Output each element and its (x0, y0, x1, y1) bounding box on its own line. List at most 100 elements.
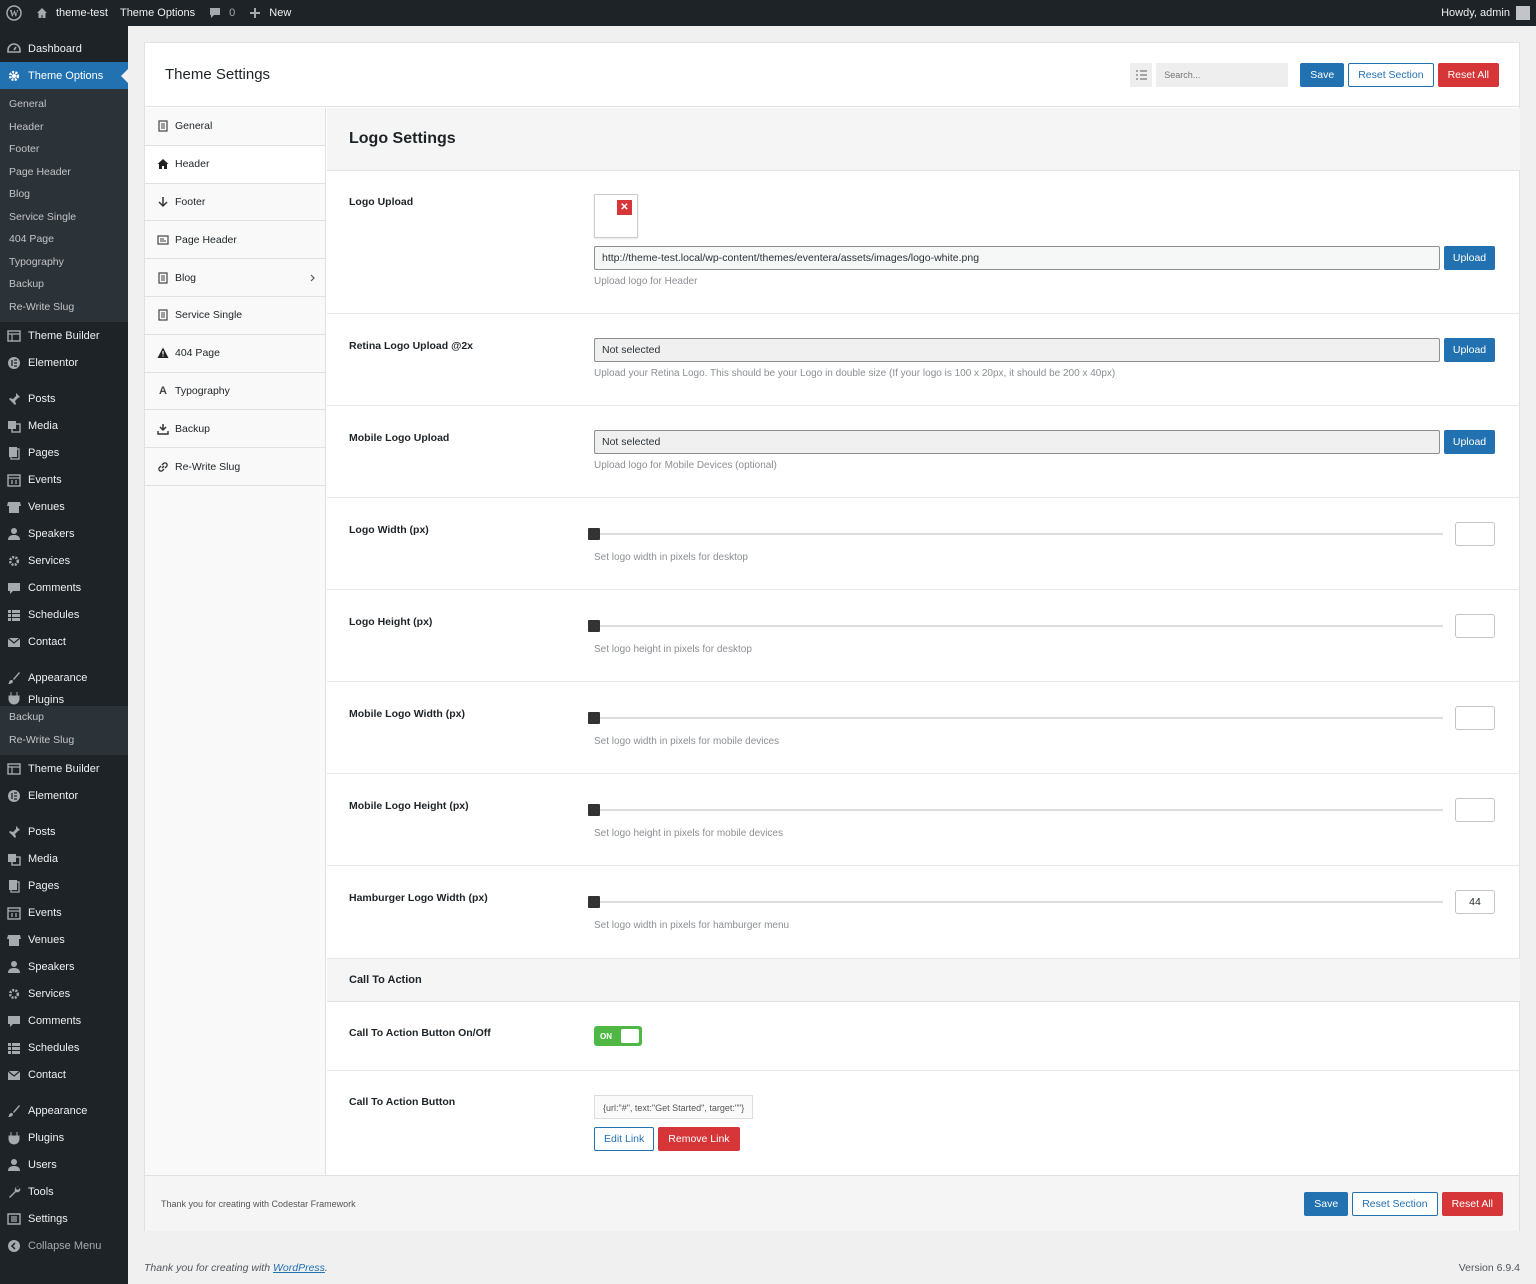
logo-width-input[interactable] (1455, 522, 1495, 546)
submenu-footer[interactable]: Footer (0, 138, 128, 161)
pages-icon (6, 878, 22, 894)
menu-pages[interactable]: Pages (0, 872, 128, 899)
menu-appearance[interactable]: Appearance (0, 1097, 128, 1124)
menu-users[interactable]: Users (0, 1151, 128, 1178)
menu-pages[interactable]: Pages (0, 439, 128, 466)
nav-blog[interactable]: Blog (145, 259, 325, 297)
comments-link[interactable]: 0 (201, 0, 241, 26)
menu-contact[interactable]: Contact (0, 1061, 128, 1088)
save-button[interactable]: Save (1304, 1191, 1349, 1216)
submenu-general[interactable]: General (0, 93, 128, 116)
submenu-404-page[interactable]: 404 Page (0, 228, 128, 251)
submenu-header[interactable]: Header (0, 116, 128, 139)
my-account[interactable]: Howdy, admin (1441, 6, 1536, 20)
logo-url-field[interactable]: http://theme-test.local/wp-content/theme… (594, 246, 1440, 270)
menu-theme-builder[interactable]: Theme Builder (0, 755, 128, 782)
expand-all-button[interactable] (1130, 62, 1153, 87)
logo-width-slider[interactable] (588, 528, 1443, 540)
retina-upload-button[interactable]: Upload (1444, 338, 1495, 362)
menu-plugins-cut[interactable]: Plugins (0, 691, 128, 706)
menu-services[interactable]: Services (0, 547, 128, 574)
wordpress-link[interactable]: WordPress (273, 1262, 325, 1274)
new-content-link[interactable]: New (241, 0, 297, 26)
menu-contact[interactable]: Contact (0, 628, 128, 655)
logo-height-slider[interactable] (588, 620, 1443, 632)
submenu-blog[interactable]: Blog (0, 183, 128, 206)
options-nav: General Header Footer Page Header Blog S… (145, 108, 326, 1175)
save-button[interactable]: Save (1300, 62, 1345, 87)
wordpress-logo-icon[interactable]: W (0, 0, 28, 26)
menu-settings[interactable]: Settings (0, 1205, 128, 1232)
menu-appearance[interactable]: Appearance (0, 664, 128, 691)
menu-theme-builder[interactable]: Theme Builder (0, 322, 128, 349)
slider-handle[interactable] (588, 620, 600, 632)
reset-section-button[interactable]: Reset Section (1352, 1191, 1438, 1216)
nav-service-single[interactable]: Service Single (145, 297, 325, 335)
reset-all-button[interactable]: Reset All (1437, 62, 1499, 87)
menu-schedules[interactable]: Schedules (0, 1034, 128, 1061)
slider-handle[interactable] (588, 896, 600, 908)
menu-theme-options[interactable]: Theme Options (0, 62, 128, 89)
collapse-menu[interactable]: Collapse Menu (0, 1232, 128, 1259)
menu-speakers[interactable]: Speakers (0, 953, 128, 980)
cta-toggle-switch[interactable]: ON (594, 1026, 642, 1046)
submenu-page-header[interactable]: Page Header (0, 161, 128, 184)
slider-handle[interactable] (588, 712, 600, 724)
search-input[interactable] (1156, 62, 1289, 87)
menu-media[interactable]: Media (0, 845, 128, 872)
mobile-logo-width-slider[interactable] (588, 712, 1443, 724)
mobile-upload-button[interactable]: Upload (1444, 430, 1495, 454)
nav-rewrite-slug[interactable]: Re-Write Slug (145, 448, 325, 486)
slider-handle[interactable] (588, 528, 600, 540)
nav-404-page[interactable]: 404 Page (145, 335, 325, 373)
slider-handle[interactable] (588, 804, 600, 816)
submenu-backup[interactable]: Backup (0, 706, 128, 729)
logo-upload-button[interactable]: Upload (1444, 246, 1495, 270)
menu-posts[interactable]: Posts (0, 818, 128, 845)
retina-logo-field[interactable]: Not selected (594, 338, 1440, 362)
edit-link-button[interactable]: Edit Link (594, 1127, 655, 1151)
home-icon (34, 5, 50, 21)
menu-elementor[interactable]: Elementor (0, 349, 128, 376)
nav-typography[interactable]: A Typography (145, 373, 325, 411)
menu-plugins[interactable]: Plugins (0, 1124, 128, 1151)
menu-speakers[interactable]: Speakers (0, 520, 128, 547)
menu-tools[interactable]: Tools (0, 1178, 128, 1205)
mobile-logo-height-input[interactable] (1455, 798, 1495, 822)
mobile-logo-field[interactable]: Not selected (594, 430, 1440, 454)
menu-events[interactable]: Events (0, 466, 128, 493)
submenu-rewrite-slug[interactable]: Re-Write Slug (0, 729, 128, 752)
mobile-logo-height-slider[interactable] (588, 804, 1443, 816)
menu-dashboard[interactable]: Dashboard (0, 35, 128, 62)
nav-header[interactable]: Header (145, 145, 325, 184)
menu-events[interactable]: Events (0, 899, 128, 926)
menu-venues[interactable]: Venues (0, 493, 128, 520)
hamburger-logo-width-slider[interactable] (588, 896, 1443, 908)
menu-elementor[interactable]: Elementor (0, 782, 128, 809)
howdy-text: Howdy, admin (1441, 7, 1510, 19)
site-name-link[interactable]: theme-test (28, 0, 114, 26)
remove-link-button[interactable]: Remove Link (658, 1127, 740, 1151)
menu-posts[interactable]: Posts (0, 385, 128, 412)
reset-section-button[interactable]: Reset Section (1348, 62, 1434, 87)
menu-comments[interactable]: Comments (0, 1007, 128, 1034)
logo-height-input[interactable] (1455, 614, 1495, 638)
submenu-backup[interactable]: Backup (0, 273, 128, 296)
menu-services[interactable]: Services (0, 980, 128, 1007)
mobile-logo-width-input[interactable] (1455, 706, 1495, 730)
menu-schedules[interactable]: Schedules (0, 601, 128, 628)
menu-comments[interactable]: Comments (0, 574, 128, 601)
reset-all-button[interactable]: Reset All (1441, 1191, 1503, 1216)
menu-venues[interactable]: Venues (0, 926, 128, 953)
nav-general[interactable]: General (145, 108, 325, 146)
remove-image-icon[interactable]: ✕ (617, 200, 632, 215)
menu-media[interactable]: Media (0, 412, 128, 439)
nav-footer[interactable]: Footer (145, 184, 325, 222)
submenu-rewrite-slug[interactable]: Re-Write Slug (0, 296, 128, 319)
nav-backup[interactable]: Backup (145, 410, 325, 449)
submenu-service-single[interactable]: Service Single (0, 206, 128, 229)
nav-page-header[interactable]: Page Header (145, 221, 325, 260)
submenu-typography[interactable]: Typography (0, 251, 128, 274)
theme-options-link[interactable]: Theme Options (114, 0, 201, 26)
hamburger-logo-width-input[interactable]: 44 (1455, 890, 1495, 914)
